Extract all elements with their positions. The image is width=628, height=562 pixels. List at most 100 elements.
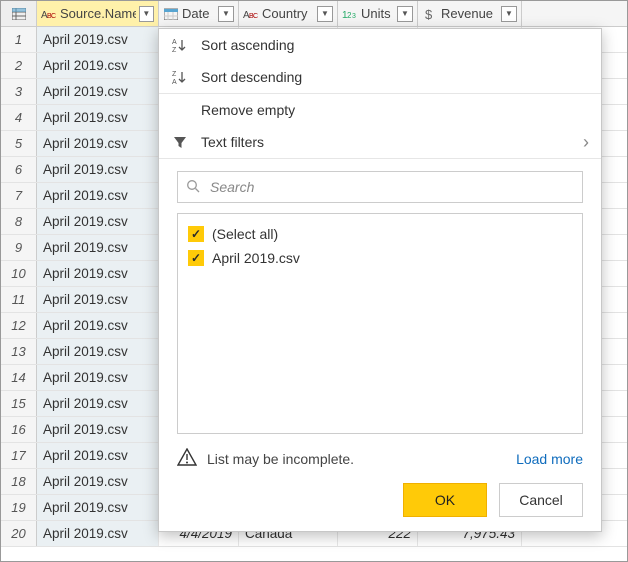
search-box[interactable] [177, 171, 583, 203]
text-filters-item[interactable]: Text filters › [159, 126, 601, 158]
filter-dropdown-button[interactable]: ▼ [501, 6, 517, 22]
currency-type-icon: $ [422, 6, 438, 22]
cell-sourcename[interactable]: April 2019.csv [37, 235, 159, 260]
chevron-right-icon: › [583, 133, 589, 151]
incomplete-message: List may be incomplete. [207, 451, 354, 467]
cell-sourcename[interactable]: April 2019.csv [37, 339, 159, 364]
cell-sourcename[interactable]: April 2019.csv [37, 261, 159, 286]
row-number: 7 [1, 183, 37, 208]
cell-sourcename[interactable]: April 2019.csv [37, 183, 159, 208]
cell-sourcename[interactable]: April 2019.csv [37, 365, 159, 390]
number-type-icon: 123 [342, 6, 358, 22]
load-more-link[interactable]: Load more [516, 451, 583, 467]
select-all-checkbox[interactable]: ✓ (Select all) [186, 222, 574, 246]
svg-text:C: C [51, 13, 56, 20]
cell-sourcename[interactable]: April 2019.csv [37, 105, 159, 130]
checkbox-checked-icon: ✓ [188, 226, 204, 242]
row-number: 2 [1, 53, 37, 78]
sort-asc-icon: AZ [171, 37, 189, 53]
filter-dropdown-button[interactable]: ▼ [139, 6, 154, 22]
column-header-date[interactable]: Date ▼ [159, 1, 239, 26]
menu-label: Text filters [201, 134, 264, 150]
column-header-units[interactable]: 123 Units ▼ [338, 1, 418, 26]
cell-sourcename[interactable]: April 2019.csv [37, 417, 159, 442]
filter-dropdown-button[interactable]: ▼ [317, 6, 333, 22]
sort-desc-icon: ZA [171, 69, 189, 85]
ok-button[interactable]: OK [403, 483, 487, 517]
cell-sourcename[interactable]: April 2019.csv [37, 157, 159, 182]
row-number: 20 [1, 521, 37, 546]
row-number: 13 [1, 339, 37, 364]
row-number: 4 [1, 105, 37, 130]
row-number: 15 [1, 391, 37, 416]
svg-text:3: 3 [352, 13, 356, 20]
cell-sourcename[interactable]: April 2019.csv [37, 443, 159, 468]
row-number: 8 [1, 209, 37, 234]
checkbox-label: (Select all) [212, 226, 278, 242]
menu-label: Sort descending [201, 69, 302, 85]
column-header-revenue[interactable]: $ Revenue ▼ [418, 1, 522, 26]
row-number: 6 [1, 157, 37, 182]
sort-descending-item[interactable]: ZA Sort descending [159, 61, 601, 93]
svg-text:Z: Z [172, 71, 177, 78]
cell-sourcename[interactable]: April 2019.csv [37, 79, 159, 104]
column-filter-panel: AZ Sort ascending ZA Sort descending Rem… [158, 28, 602, 532]
table-icon [12, 8, 26, 20]
filter-dropdown-button[interactable]: ▼ [397, 6, 413, 22]
cell-sourcename[interactable]: April 2019.csv [37, 521, 159, 546]
filter-values-list[interactable]: ✓ (Select all) ✓ April 2019.csv [177, 213, 583, 434]
search-input[interactable] [208, 178, 574, 196]
column-label: Revenue [441, 6, 498, 21]
cell-sourcename[interactable]: April 2019.csv [37, 287, 159, 312]
menu-label: Sort ascending [201, 37, 294, 53]
cell-sourcename[interactable]: April 2019.csv [37, 313, 159, 338]
row-number: 1 [1, 27, 37, 52]
svg-text:A: A [172, 39, 177, 46]
text-type-icon: ABC [243, 6, 259, 22]
filter-dropdown-button[interactable]: ▼ [218, 6, 234, 22]
row-number: 16 [1, 417, 37, 442]
cell-sourcename[interactable]: April 2019.csv [37, 495, 159, 520]
row-number: 17 [1, 443, 37, 468]
checkbox-label: April 2019.csv [212, 250, 300, 266]
remove-empty-item[interactable]: Remove empty [159, 94, 601, 126]
cell-sourcename[interactable]: April 2019.csv [37, 131, 159, 156]
column-label: Date [182, 6, 215, 21]
search-icon [186, 179, 200, 196]
text-type-icon: ABC [41, 6, 57, 22]
row-number: 19 [1, 495, 37, 520]
cell-sourcename[interactable]: April 2019.csv [37, 469, 159, 494]
column-label: Units [361, 6, 394, 21]
cell-sourcename[interactable]: April 2019.csv [37, 53, 159, 78]
filter-icon [171, 135, 189, 149]
cell-sourcename[interactable]: April 2019.csv [37, 209, 159, 234]
checkbox-checked-icon: ✓ [188, 250, 204, 266]
cancel-button[interactable]: Cancel [499, 483, 583, 517]
column-header-row: ABC Source.Name ▼ Date ▼ ABC Country ▼ 1… [1, 1, 627, 27]
divider [159, 158, 601, 159]
column-label: Country [262, 6, 314, 21]
row-number: 14 [1, 365, 37, 390]
warning-icon [177, 448, 197, 469]
svg-text:A: A [172, 79, 177, 85]
sort-ascending-item[interactable]: AZ Sort ascending [159, 29, 601, 61]
column-header-country[interactable]: ABC Country ▼ [239, 1, 338, 26]
cell-sourcename[interactable]: April 2019.csv [37, 391, 159, 416]
row-number: 12 [1, 313, 37, 338]
column-label: Source.Name [60, 6, 136, 21]
row-number: 5 [1, 131, 37, 156]
menu-label: Remove empty [201, 102, 295, 118]
date-type-icon [163, 6, 179, 22]
filter-value-checkbox[interactable]: ✓ April 2019.csv [186, 246, 574, 270]
table-icon-header[interactable] [1, 1, 37, 26]
row-number: 3 [1, 79, 37, 104]
row-number: 9 [1, 235, 37, 260]
row-number: 10 [1, 261, 37, 286]
cell-sourcename[interactable]: April 2019.csv [37, 27, 159, 52]
svg-text:$: $ [425, 7, 433, 21]
row-number: 11 [1, 287, 37, 312]
column-header-sourcename[interactable]: ABC Source.Name ▼ [37, 1, 159, 26]
svg-text:C: C [253, 13, 258, 20]
row-number: 18 [1, 469, 37, 494]
svg-text:Z: Z [172, 47, 177, 53]
